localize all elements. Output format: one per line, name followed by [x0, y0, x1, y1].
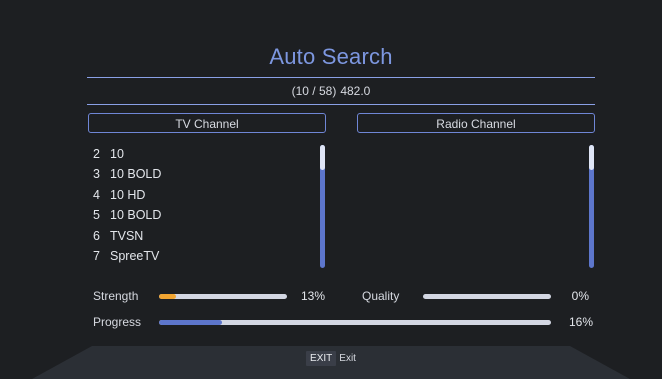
- channel-name: TVSN: [110, 228, 144, 243]
- page-title: Auto Search: [269, 44, 393, 69]
- channel-number: 7: [93, 248, 100, 263]
- radio-channel-list[interactable]: [362, 147, 582, 267]
- scan-info: (10 / 58) 482.0: [0, 84, 662, 98]
- info-divider: [87, 104, 595, 105]
- scan-count: (10 / 58): [291, 84, 337, 98]
- auto-search-screen: Auto Search (10 / 58) 482.0 TV Channel Ra…: [0, 0, 662, 379]
- exit-label: Exit: [339, 353, 356, 364]
- quality-bar: [423, 294, 551, 299]
- list-item[interactable]: 4 10 HD: [93, 188, 323, 208]
- channel-number: 6: [93, 228, 100, 243]
- radio-list-scroll-thumb[interactable]: [589, 145, 594, 170]
- exit-key-badge[interactable]: EXIT: [306, 351, 337, 366]
- strength-label: Strength: [93, 289, 139, 303]
- channel-name: SpreeTV: [110, 248, 160, 263]
- quality-value: 0%: [571, 289, 589, 303]
- title-divider: [87, 77, 595, 78]
- scan-frequency: 482.0: [340, 84, 371, 98]
- quality-label: Quality: [362, 289, 400, 303]
- list-item[interactable]: 2 10: [93, 147, 323, 167]
- list-item[interactable]: 6 TVSN: [93, 229, 323, 249]
- list-item[interactable]: 7 SpreeTV: [93, 249, 323, 269]
- list-item[interactable]: 3 10 BOLD: [93, 167, 323, 187]
- strength-bar: [159, 294, 287, 299]
- channel-name: 10 BOLD: [110, 208, 162, 223]
- channel-number: 5: [93, 208, 100, 223]
- tv-channel-list[interactable]: 2 10 3 10 BOLD 4 10 HD 5 10 BOLD 6 TVSN 7 Spre…: [93, 147, 323, 269]
- tv-list-scroll-thumb[interactable]: [320, 145, 325, 170]
- channel-name: 10: [110, 147, 124, 161]
- radio-channel-header: Radio Channel: [357, 113, 595, 133]
- progress-bar: [159, 320, 551, 325]
- channel-name: 10 BOLD: [110, 167, 162, 182]
- tv-channel-header: TV Channel: [88, 113, 326, 133]
- progress-bar-fill: [159, 320, 222, 325]
- list-item[interactable]: 5 10 BOLD: [93, 208, 323, 228]
- progress-label: Progress: [93, 315, 142, 329]
- channel-number: 3: [93, 167, 100, 182]
- strength-value: 13%: [300, 289, 325, 303]
- channel-name: 10 HD: [110, 187, 146, 202]
- channel-number: 2: [93, 147, 100, 161]
- progress-value: 16%: [568, 315, 593, 329]
- strength-bar-fill: [159, 294, 176, 299]
- radio-list-scrollbar[interactable]: [589, 145, 594, 268]
- tv-list-scrollbar[interactable]: [320, 145, 325, 268]
- channel-number: 4: [93, 187, 100, 202]
- footer-hint: EXIT Exit: [0, 351, 662, 366]
